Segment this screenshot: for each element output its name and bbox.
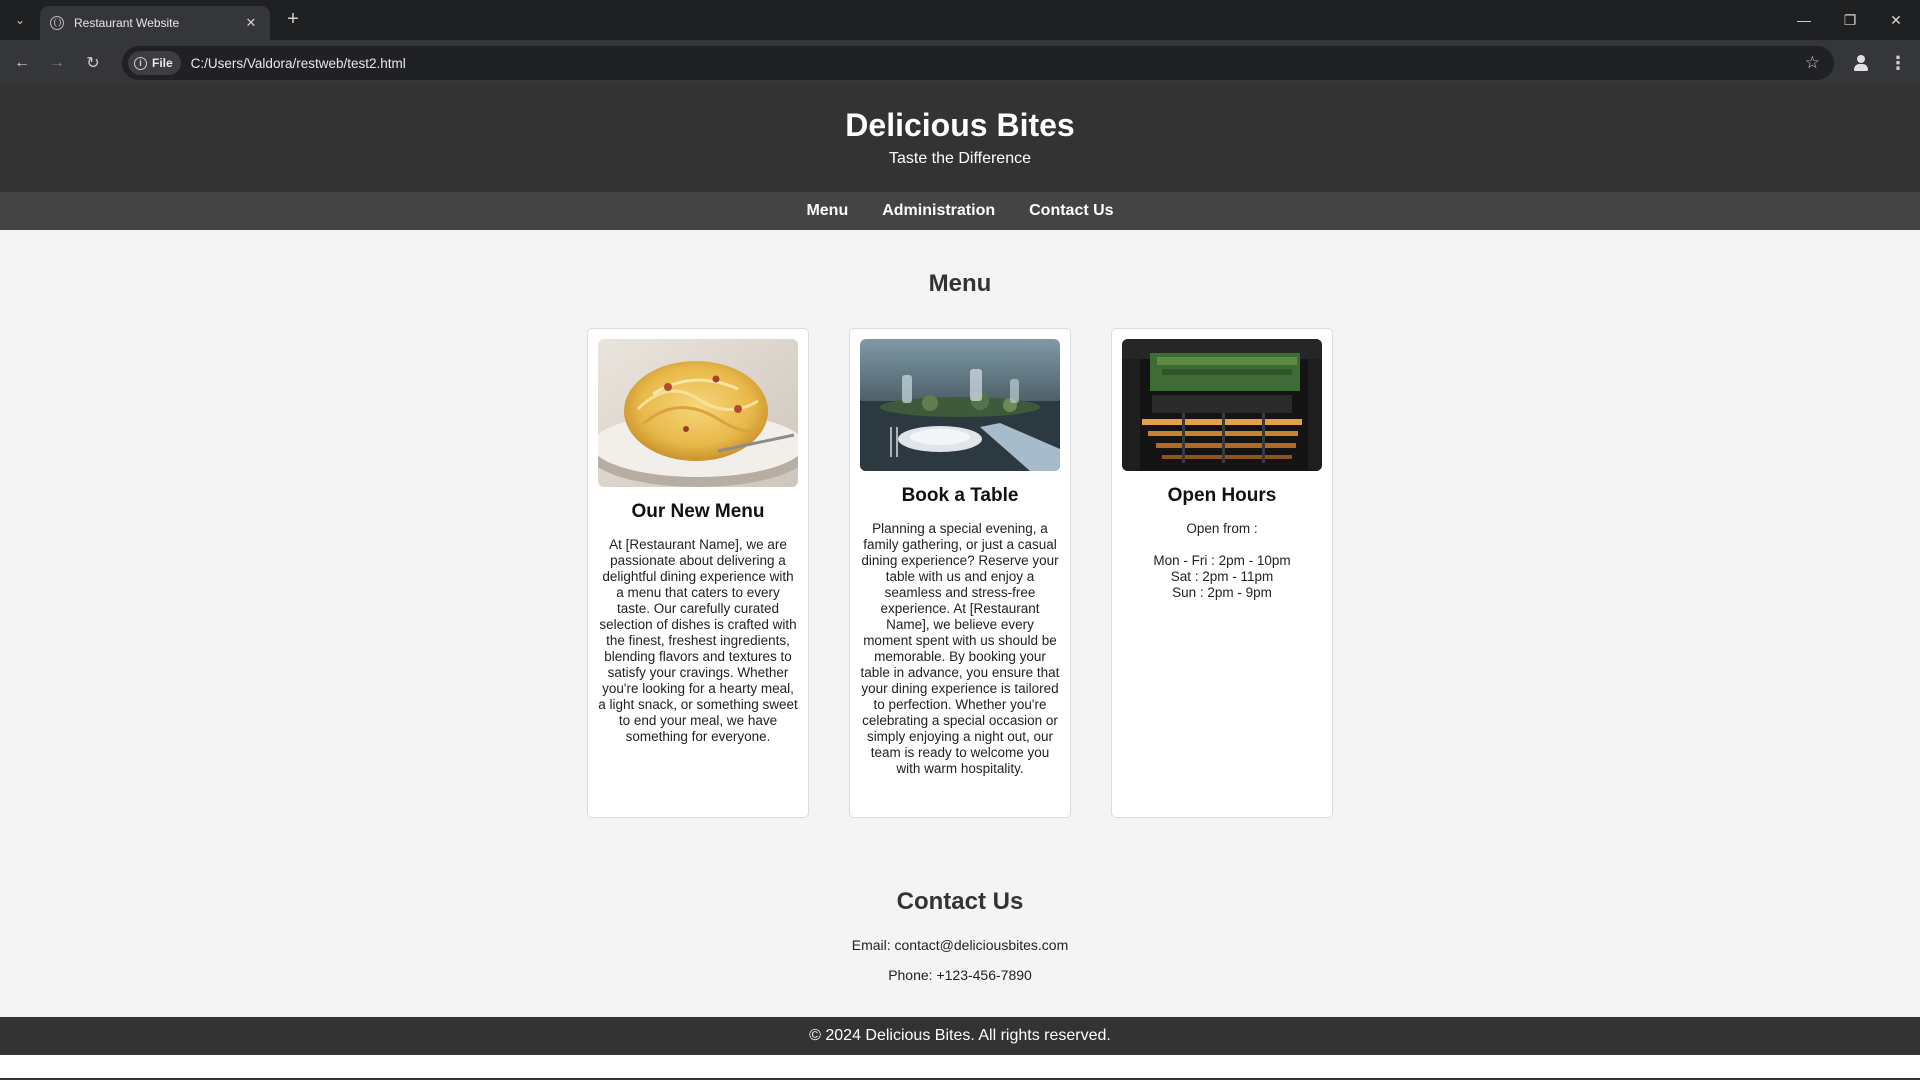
nav-link-administration[interactable]: Administration [882,202,995,220]
card-text: At [Restaurant Name], we are passionate … [598,537,798,744]
info-icon: i [134,56,147,70]
site-title: Delicious Bites [845,107,1075,143]
hours-sunday: Sun : 2pm - 9pm [1172,585,1272,600]
menu-card: Our New Menu At [Restaurant Name], we ar… [587,328,809,818]
forward-icon[interactable]: → [45,51,69,75]
contact-email: Email: contact@deliciousbites.com [851,937,1069,953]
site-tagline: Taste the Difference [888,150,1031,167]
window-close-icon[interactable]: ✕ [1873,0,1919,40]
tab-title: Restaurant Website [74,16,180,30]
footer-text: © 2024 Delicious Bites. All rights reser… [809,1027,1111,1044]
page-bottom-strip [0,1055,1920,1080]
nav-link-contact-us[interactable]: Contact Us [1029,202,1113,220]
profile-icon[interactable] [1849,51,1873,75]
booking-card: Book a Table Planning a special evening,… [849,328,1071,818]
card-title: Book a Table [901,485,1019,506]
card-title: Our New Menu [631,501,765,522]
hours-intro: Open from : [1186,521,1258,536]
page: Delicious Bites Taste the Difference Men… [0,86,1920,1080]
hours-saturday: Sat : 2pm - 11pm [1170,569,1274,584]
bookmark-star-icon[interactable]: ☆ [1805,53,1820,73]
browser-toolbar: ← → ↻ i File C:/Users/Valdora/restweb/te… [0,40,1920,86]
pasta-image [598,339,798,487]
tab-search-icon[interactable]: ⌄ [8,8,32,32]
reload-icon[interactable]: ↻ [81,51,105,75]
menu-section-title: Menu [928,270,992,297]
browser-tabstrip: ⌄ Restaurant Website ✕ + — ❐ ✕ [0,0,1920,40]
address-bar[interactable]: i File C:/Users/Valdora/restweb/test2.ht… [122,46,1834,80]
hours-weekday: Mon - Fri : 2pm - 10pm [1153,553,1291,568]
browser-tab[interactable]: Restaurant Website ✕ [40,6,270,40]
hours-spacer [1122,537,1322,553]
site-footer: © 2024 Delicious Bites. All rights reser… [0,1017,1920,1055]
site-info-chip[interactable]: i File [128,51,181,75]
back-icon[interactable]: ← [10,51,34,75]
nav-link-menu[interactable]: Menu [806,202,848,220]
site-header: Delicious Bites Taste the Difference [0,86,1920,192]
site-chip-label: File [152,56,173,70]
minimize-icon[interactable]: — [1781,0,1827,40]
table-setting-image [860,339,1060,471]
close-tab-icon[interactable]: ✕ [242,15,260,31]
restore-icon[interactable]: ❐ [1827,0,1873,40]
site-nav: Menu Administration Contact Us [0,192,1920,230]
browser-menu-icon[interactable]: ⋮ [1886,51,1910,75]
contact-section-title: Contact Us [896,888,1024,915]
card-text: Planning a special evening, a family gat… [860,521,1060,776]
menu-cards: Our New Menu At [Restaurant Name], we ar… [587,328,1333,818]
url-text[interactable]: C:/Users/Valdora/restweb/test2.html [191,56,406,71]
globe-icon [50,16,64,30]
card-title: Open Hours [1167,485,1277,506]
contact-phone: Phone: +123-456-7890 [888,967,1032,983]
hours-text: Open from : Mon - Fri : 2pm - 10pm Sat :… [1122,521,1322,601]
hours-card: Open Hours Open from : Mon - Fri : 2pm -… [1111,328,1333,818]
new-tab-icon[interactable]: + [281,8,305,32]
restaurant-interior-image [1122,339,1322,471]
